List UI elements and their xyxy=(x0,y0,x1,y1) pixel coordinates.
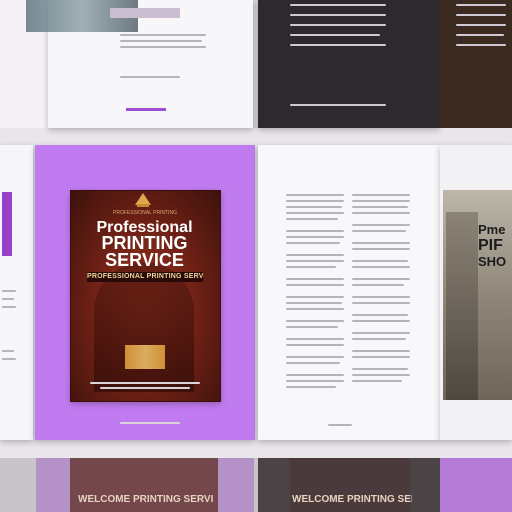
text-line xyxy=(352,320,410,322)
text-line xyxy=(286,284,344,286)
text-line xyxy=(286,278,344,280)
text-line xyxy=(352,260,408,262)
text-line xyxy=(352,206,408,208)
text-line xyxy=(286,200,344,202)
text-line xyxy=(286,362,340,364)
text-line xyxy=(352,212,410,214)
text-line xyxy=(286,236,344,238)
text-line xyxy=(290,34,380,36)
top-header-block xyxy=(110,8,180,18)
text-line xyxy=(286,344,344,346)
right-cover-tower xyxy=(446,212,478,400)
text-line xyxy=(286,266,336,268)
text-line xyxy=(286,206,342,208)
text-line xyxy=(352,356,410,358)
text-line xyxy=(286,338,344,340)
text-line xyxy=(352,338,406,340)
right-cover-title-line-1: Pme xyxy=(478,222,506,237)
text-line xyxy=(456,14,506,16)
text-line xyxy=(290,14,386,16)
bottom-right-page xyxy=(440,458,512,512)
cover-caption: PROFESSIONAL PRINTING xyxy=(113,210,177,216)
left-page-sliver xyxy=(0,145,33,440)
text-line xyxy=(90,382,200,384)
text-line xyxy=(352,266,410,268)
text-line xyxy=(352,200,410,202)
text-line xyxy=(2,358,16,360)
text-line xyxy=(286,326,338,328)
text-line xyxy=(352,230,406,232)
text-line xyxy=(286,218,338,220)
cover-band-text: PROFESSIONAL PRINTING SERVICE xyxy=(87,273,203,280)
text-line xyxy=(352,374,410,376)
text-line xyxy=(286,356,344,358)
text-line xyxy=(352,302,410,304)
text-line xyxy=(352,194,410,196)
text-line xyxy=(286,230,344,232)
right-cover-title-line-3: SHO xyxy=(478,254,507,269)
text-line xyxy=(286,260,344,262)
text-line xyxy=(286,380,344,382)
text-line xyxy=(286,194,344,196)
text-line xyxy=(286,320,344,322)
text-line xyxy=(456,4,506,6)
text-line xyxy=(352,248,410,250)
bottom-cover-text: WELCOME PRINTING SERVICE xyxy=(78,494,213,505)
top-dark-page xyxy=(258,0,440,128)
text-line xyxy=(286,296,344,298)
text-line xyxy=(352,368,408,370)
top-accent-bar xyxy=(126,108,166,111)
text-line xyxy=(120,46,206,48)
text-line xyxy=(456,34,504,36)
text-line xyxy=(352,284,404,286)
text-line xyxy=(2,350,14,352)
text-line xyxy=(352,224,410,226)
text-line xyxy=(352,278,410,280)
text-line xyxy=(352,350,410,352)
text-line xyxy=(352,332,410,334)
text-line xyxy=(286,254,344,256)
text-line xyxy=(456,44,506,46)
text-line xyxy=(286,308,344,310)
text-line xyxy=(352,314,408,316)
text-line xyxy=(290,24,386,26)
text-page xyxy=(258,145,440,440)
text-line xyxy=(286,242,340,244)
page-number-mark xyxy=(328,424,352,426)
text-line xyxy=(2,306,16,308)
text-line xyxy=(100,387,190,389)
right-cover-title-line-2: PIF xyxy=(478,237,503,254)
text-line xyxy=(120,40,202,42)
text-line xyxy=(456,24,506,26)
cover-title-line-3: SERVICE xyxy=(105,250,184,270)
text-line xyxy=(2,298,14,300)
text-line xyxy=(286,386,336,388)
text-line xyxy=(352,296,410,298)
text-line xyxy=(286,302,342,304)
text-line xyxy=(120,34,206,36)
purple-spine-tab xyxy=(2,192,12,256)
text-line xyxy=(290,4,386,6)
temple-crest-icon xyxy=(135,193,151,207)
text-line xyxy=(352,242,410,244)
text-line xyxy=(290,104,386,106)
text-line xyxy=(120,76,180,78)
top-right-page xyxy=(440,0,512,128)
bottom-cover-text-2: WELCOME PRINTING SERVICE xyxy=(292,494,412,505)
text-line xyxy=(352,380,402,382)
cover-footer-lines xyxy=(80,382,210,392)
right-cover-title: Pme PIF SHO xyxy=(478,222,512,270)
cover-lit-windows xyxy=(125,345,165,369)
text-line xyxy=(2,290,16,292)
text-line xyxy=(120,422,180,424)
text-line xyxy=(290,44,386,46)
text-line xyxy=(286,374,344,376)
text-line xyxy=(286,212,344,214)
